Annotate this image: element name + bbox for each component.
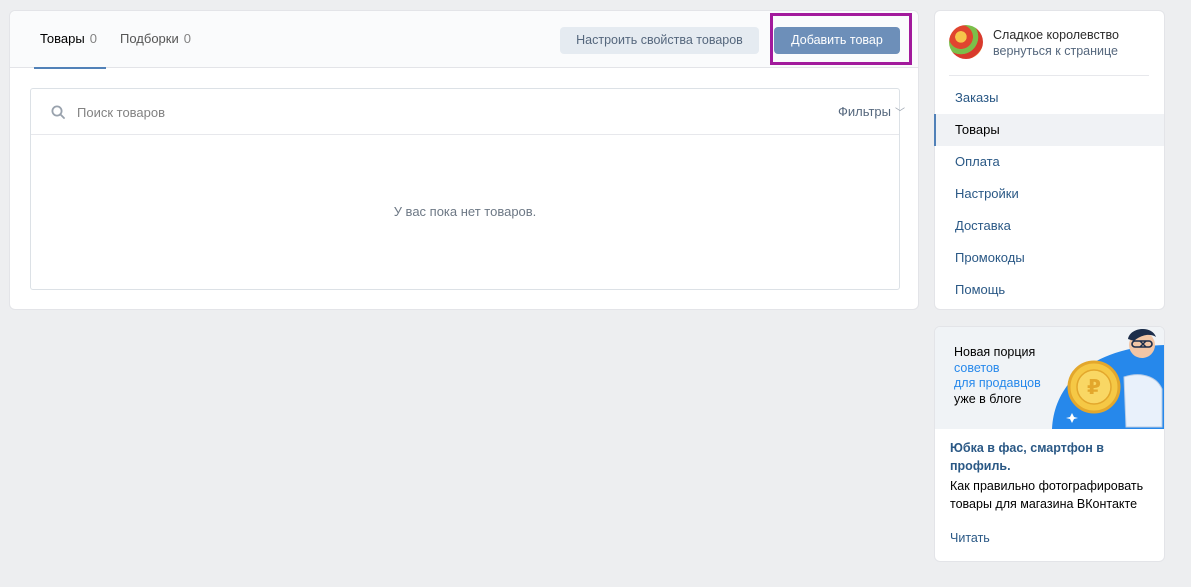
sidebar-item-label: Оплата: [955, 154, 1000, 169]
chevron-down-icon: ﹀: [895, 108, 905, 119]
filters-dropdown[interactable]: Фильтры ﹀: [838, 104, 905, 119]
tab-collections[interactable]: Подборки 0: [120, 11, 191, 68]
sidebar-menu: Заказы Товары Оплата Настройки Доставка …: [934, 82, 1164, 306]
svg-text:₽: ₽: [1087, 375, 1101, 399]
read-link[interactable]: Читать: [950, 531, 990, 545]
store-header[interactable]: Сладкое королевство вернуться к странице: [949, 25, 1149, 65]
tab-products-count: 0: [89, 31, 97, 46]
sidebar-item-help[interactable]: Помощь: [935, 274, 1164, 306]
promo-description: Как правильно фотографировать товары для…: [950, 479, 1144, 511]
tab-collections-label: Подборки: [120, 31, 179, 46]
highlight-frame: [770, 13, 912, 65]
sidebar-item-products[interactable]: Товары: [934, 114, 1164, 146]
divider: [949, 75, 1149, 76]
sidebar-item-promocodes[interactable]: Промокоды: [935, 242, 1164, 274]
promo-banner-line: Новая порция: [954, 345, 1036, 359]
store-sidebar: Сладкое королевство вернуться к странице…: [934, 10, 1165, 310]
promo-banner-line: советов: [954, 360, 1000, 375]
tab-products-label: Товары: [40, 31, 85, 46]
search-input[interactable]: [77, 100, 777, 124]
sidebar-item-label: Доставка: [955, 218, 1011, 233]
sidebar-item-label: Промокоды: [955, 250, 1025, 265]
sidebar-item-settings[interactable]: Настройки: [935, 178, 1164, 210]
sidebar-item-label: Заказы: [955, 90, 999, 105]
promo-banner-line: для продавцов: [954, 376, 1041, 390]
search-icon: [51, 105, 65, 119]
seller-illustration: ₽: [1052, 328, 1164, 429]
configure-properties-button[interactable]: Настроить свойства товаров: [560, 27, 759, 54]
sidebar-item-orders[interactable]: Заказы: [935, 82, 1164, 114]
tab-products[interactable]: Товары 0: [34, 11, 106, 69]
products-panel: Товары 0 Подборки 0 Настроить свойства тов…: [9, 10, 919, 310]
promo-banner-text: Новая порция советов для продавцов уже в…: [954, 345, 1041, 407]
sidebar-item-label: Помощь: [955, 282, 1006, 297]
sidebar-item-label: Товары: [955, 122, 1000, 137]
tab-collections-count: 0: [183, 31, 191, 46]
products-list-box: Фильтры ﹀ У вас пока нет товаров.: [30, 88, 905, 290]
tabs-bar: Товары 0 Подборки 0 Настроить свойства тов…: [10, 11, 918, 69]
promo-banner-line: уже в блоге: [954, 391, 1022, 406]
promo-card[interactable]: Новая порция советов для продавцов уже в…: [934, 326, 1165, 562]
promo-banner[interactable]: Новая порция советов для продавцов уже в…: [935, 327, 1164, 429]
back-to-page-link[interactable]: вернуться к странице: [993, 44, 1118, 58]
filters-label: Фильтры: [837, 104, 891, 119]
empty-state-text: У вас пока нет товаров.: [393, 204, 537, 219]
sidebar-item-delivery[interactable]: Доставка: [935, 210, 1164, 242]
store-name: Сладкое королевство: [993, 28, 1119, 42]
sidebar-item-label: Настройки: [955, 186, 1019, 201]
promo-title[interactable]: Юбка в фас, смартфон в профиль.: [950, 439, 1150, 475]
search-row: Фильтры ﹀: [31, 89, 905, 135]
store-avatar: [949, 25, 983, 59]
sidebar-item-payment[interactable]: Оплата: [935, 146, 1164, 178]
